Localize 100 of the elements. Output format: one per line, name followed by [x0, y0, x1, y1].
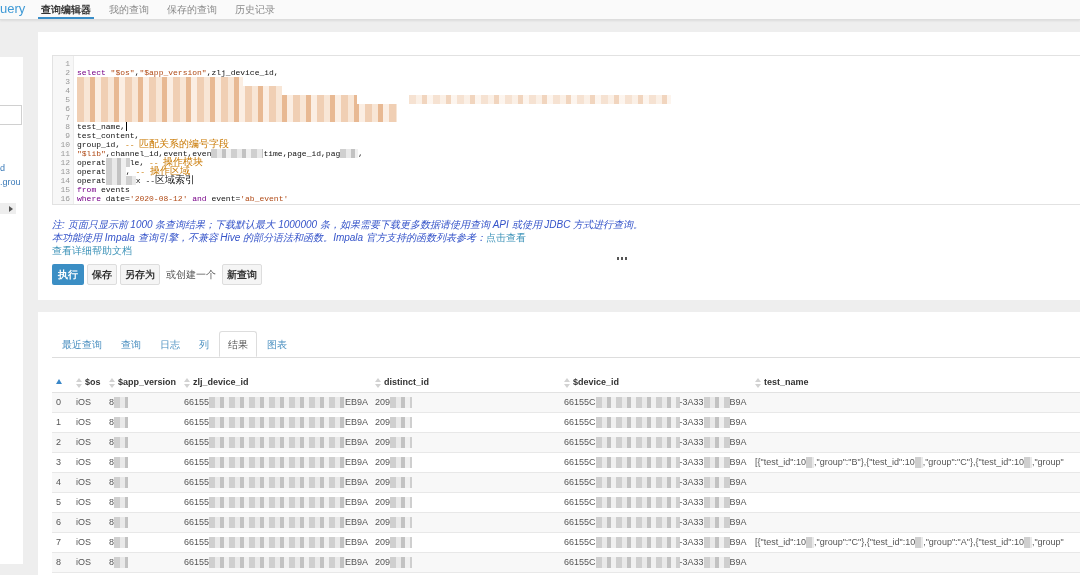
cell-text: -3A33: [679, 415, 704, 429]
code-text: , -- 操作区域: [125, 167, 190, 176]
line-number: 8: [65, 122, 70, 131]
cell-text: 66155C: [564, 495, 596, 509]
code-text: le, -- 操作模块: [129, 158, 204, 167]
cell-text: ,"group":"C"},{"test_id":10: [922, 455, 1024, 469]
sidebar-item[interactable]: .grou: [0, 175, 21, 189]
cell-text: 66155: [184, 555, 210, 569]
result-tab[interactable]: 查询: [112, 331, 150, 357]
action-button[interactable]: 保存: [87, 264, 117, 285]
pixelated-redaction: [390, 437, 413, 448]
cell-text: EB9A: [345, 535, 369, 549]
cell-text: ,"group": [1031, 455, 1064, 469]
pixelated-redaction: [703, 417, 730, 428]
column-header[interactable]: $device_id: [564, 375, 620, 390]
pixelated-redaction: [390, 417, 413, 428]
line-number: 14: [60, 176, 70, 185]
table-cell-text: 6: [56, 515, 61, 529]
table-cell-text: iOS: [76, 515, 91, 529]
cell-text: B9A: [729, 455, 747, 469]
cell-text: 66155: [184, 475, 210, 489]
cell-text: ,"group":"C"},{"test_id":10: [813, 535, 916, 549]
column-header[interactable]: $os: [76, 375, 101, 390]
expand-button[interactable]: [0, 203, 16, 214]
result-tab[interactable]: 日志: [151, 331, 189, 357]
pixelated-redaction: [211, 149, 264, 158]
column-header[interactable]: zlj_device_id: [184, 375, 249, 390]
pixelated-redaction: [703, 557, 730, 568]
table-cell-text: iOS: [76, 535, 91, 549]
input-field[interactable]: [0, 105, 22, 125]
cell-text: B9A: [729, 515, 747, 529]
nav-tab[interactable]: 我的查询: [106, 0, 153, 19]
cell-text: 66155C: [564, 515, 596, 529]
result-tab[interactable]: 最近查询: [53, 331, 111, 357]
cell-text: 209: [375, 475, 391, 489]
cell-text: 8: [109, 395, 114, 409]
cell-text: -3A33: [679, 555, 704, 569]
cell-text: 8: [109, 475, 114, 489]
cell-text: 66155: [184, 455, 210, 469]
caret-icon: [9, 205, 13, 212]
pixelated-redaction: [703, 437, 730, 448]
line-number: 5: [65, 95, 70, 104]
pixelated-redaction: [114, 517, 128, 528]
cell-text: 209: [375, 555, 391, 569]
cell-text: 209: [375, 435, 391, 449]
pixelated-redaction: [114, 557, 128, 568]
sidebar-item[interactable]: d: [0, 161, 21, 175]
cell-text: 209: [375, 455, 391, 469]
cell-text: EB9A: [345, 495, 369, 509]
table-cell-text: 3: [56, 455, 61, 469]
cell-text: -3A33: [679, 535, 704, 549]
cell-text: 8: [109, 495, 114, 509]
column-header[interactable]: $app_version: [109, 375, 177, 390]
table-cell-text: iOS: [76, 435, 91, 449]
result-tab[interactable]: 结果: [219, 331, 257, 357]
cell-text: 209: [375, 415, 391, 429]
pixelated-redaction: [390, 477, 413, 488]
cell-text: [{"test_id":10: [755, 535, 806, 549]
column-header[interactable]: test_name: [755, 375, 809, 390]
nav-tab[interactable]: 查询编辑器: [38, 0, 95, 19]
help-link[interactable]: 查看详细帮助文档: [52, 244, 132, 257]
pixelated-redaction: [1023, 537, 1032, 548]
cell-text: 66155C: [564, 415, 596, 429]
cell-text: -3A33: [679, 495, 704, 509]
table-cell-text: 2: [56, 435, 61, 449]
line-number: 9: [65, 131, 70, 140]
action-button[interactable]: 新查询: [222, 264, 262, 285]
cell-text: -3A33: [679, 455, 704, 469]
cell-text: B9A: [729, 395, 747, 409]
cell-text: 66155: [184, 535, 210, 549]
drag-handle-icon[interactable]: [617, 257, 627, 260]
app-logo[interactable]: uery: [0, 1, 26, 16]
cell-text: EB9A: [345, 395, 369, 409]
nav-tab[interactable]: 保存的查询: [164, 0, 221, 19]
nav-tab[interactable]: 历史记录: [232, 0, 279, 19]
result-tab[interactable]: 列: [190, 331, 218, 357]
pixelated-redaction: [114, 437, 128, 448]
cell-text: 66155C: [564, 555, 596, 569]
cell-text: 8: [109, 515, 114, 529]
cell-text: 209: [375, 515, 391, 529]
column-header[interactable]: distinct_id: [375, 375, 429, 390]
cell-text: EB9A: [345, 515, 369, 529]
cell-text: [{"test_id":10: [755, 455, 806, 469]
execute-button[interactable]: 执行: [52, 264, 84, 285]
cell-text: 66155C: [564, 455, 596, 469]
pixelated-redaction: [114, 457, 128, 468]
action-button[interactable]: 另存为: [120, 264, 160, 285]
query-note: 注: 页面只显示前 1000 条查询结果；下载默认最大 1000000 条，如果需要下载更多数据请使用查询 API 或使用 JDBC 方式进行查询。: [52, 218, 644, 231]
cell-text: EB9A: [345, 415, 369, 429]
pixelated-redaction: [703, 537, 730, 548]
cell-text: ,"group":"B"},{"test_id":10: [813, 455, 915, 469]
cell-text: EB9A: [345, 455, 369, 469]
table-cell-text: 7: [56, 535, 61, 549]
result-tab[interactable]: 图表: [258, 331, 296, 357]
line-number: 10: [60, 140, 70, 149]
reference-link[interactable]: 点击查看: [485, 232, 526, 243]
pixelated-redaction: [390, 517, 413, 528]
line-number: 11: [60, 149, 70, 158]
table-cell-text: iOS: [76, 495, 91, 509]
pixelated-redaction: [914, 457, 923, 468]
